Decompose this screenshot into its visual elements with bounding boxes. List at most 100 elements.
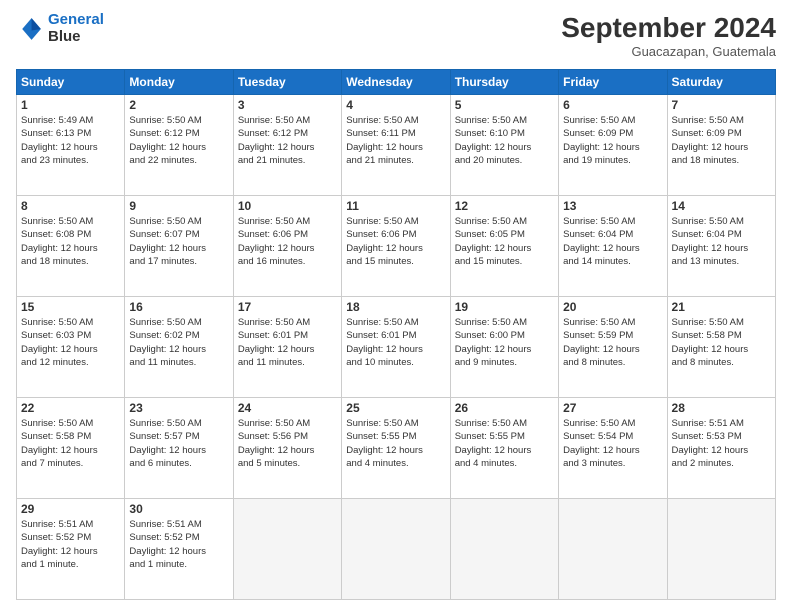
day-number: 18	[346, 300, 445, 314]
col-saturday: Saturday	[667, 70, 775, 95]
day-info: Sunrise: 5:50 AM Sunset: 5:56 PM Dayligh…	[238, 417, 337, 470]
day-number: 27	[563, 401, 662, 415]
day-info: Sunrise: 5:50 AM Sunset: 6:09 PM Dayligh…	[672, 114, 771, 167]
table-row: 4Sunrise: 5:50 AM Sunset: 6:11 PM Daylig…	[342, 95, 450, 196]
table-row: 12 Sunrise: 5:50 AM Sunset: 6:05 PM Dayli…	[450, 196, 558, 297]
day-number: 21	[672, 300, 771, 314]
day-number: 15	[21, 300, 120, 314]
table-row: 30 Sunrise: 5:51 AM Sunset: 5:52 PM Dayli…	[125, 499, 233, 600]
day-number: 5	[455, 98, 554, 112]
table-row: 21 Sunrise: 5:50 AM Sunset: 5:58 PM Dayli…	[667, 297, 775, 398]
day-info: Sunrise: 5:50 AM Sunset: 6:06 PM Dayligh…	[238, 215, 337, 268]
day-info: Sunrise: 5:50 AM Sunset: 6:12 PM Dayligh…	[238, 114, 337, 167]
page: General Blue September 2024 Guacazapan, …	[0, 0, 792, 612]
day-number: 11	[346, 199, 445, 213]
day-info: Sunrise: 5:50 AM Sunset: 5:57 PM Dayligh…	[129, 417, 228, 470]
location-subtitle: Guacazapan, Guatemala	[561, 44, 776, 59]
day-info: Sunrise: 5:51 AM Sunset: 5:52 PM Dayligh…	[21, 518, 120, 571]
table-row: 7Sunrise: 5:50 AM Sunset: 6:09 PM Daylig…	[667, 95, 775, 196]
table-row: 18 Sunrise: 5:50 AM Sunset: 6:01 PM Dayli…	[342, 297, 450, 398]
day-info: Sunrise: 5:50 AM Sunset: 6:04 PM Dayligh…	[672, 215, 771, 268]
table-row	[450, 499, 558, 600]
title-block: September 2024 Guacazapan, Guatemala	[561, 12, 776, 59]
day-info: Sunrise: 5:50 AM Sunset: 6:07 PM Dayligh…	[129, 215, 228, 268]
table-row: 20 Sunrise: 5:50 AM Sunset: 5:59 PM Dayli…	[559, 297, 667, 398]
calendar-week-row: 15 Sunrise: 5:50 AM Sunset: 6:03 PM Dayli…	[17, 297, 776, 398]
logo-text: General Blue	[48, 12, 104, 45]
day-info: Sunrise: 5:50 AM Sunset: 5:58 PM Dayligh…	[672, 316, 771, 369]
day-info: Sunrise: 5:50 AM Sunset: 6:10 PM Dayligh…	[455, 114, 554, 167]
day-number: 9	[129, 199, 228, 213]
day-info: Sunrise: 5:50 AM Sunset: 5:55 PM Dayligh…	[455, 417, 554, 470]
table-row: 28 Sunrise: 5:51 AM Sunset: 5:53 PM Dayli…	[667, 398, 775, 499]
day-info: Sunrise: 5:50 AM Sunset: 6:02 PM Dayligh…	[129, 316, 228, 369]
table-row: 9 Sunrise: 5:50 AM Sunset: 6:07 PM Daylig…	[125, 196, 233, 297]
day-number: 28	[672, 401, 771, 415]
day-number: 24	[238, 401, 337, 415]
day-number: 26	[455, 401, 554, 415]
day-info: Sunrise: 5:50 AM Sunset: 6:05 PM Dayligh…	[455, 215, 554, 268]
day-info: Sunrise: 5:50 AM Sunset: 5:59 PM Dayligh…	[563, 316, 662, 369]
table-row: 14 Sunrise: 5:50 AM Sunset: 6:04 PM Dayli…	[667, 196, 775, 297]
table-row: 10 Sunrise: 5:50 AM Sunset: 6:06 PM Dayli…	[233, 196, 341, 297]
table-row: 23 Sunrise: 5:50 AM Sunset: 5:57 PM Dayli…	[125, 398, 233, 499]
day-info: Sunrise: 5:50 AM Sunset: 6:01 PM Dayligh…	[238, 316, 337, 369]
day-number: 23	[129, 401, 228, 415]
calendar-week-row: 29 Sunrise: 5:51 AM Sunset: 5:52 PM Dayli…	[17, 499, 776, 600]
day-info: Sunrise: 5:50 AM Sunset: 5:55 PM Dayligh…	[346, 417, 445, 470]
day-info: Sunrise: 5:50 AM Sunset: 5:54 PM Dayligh…	[563, 417, 662, 470]
table-row: 11 Sunrise: 5:50 AM Sunset: 6:06 PM Dayli…	[342, 196, 450, 297]
day-info: Sunrise: 5:50 AM Sunset: 6:04 PM Dayligh…	[563, 215, 662, 268]
day-number: 4	[346, 98, 445, 112]
table-row	[233, 499, 341, 600]
day-number: 10	[238, 199, 337, 213]
col-tuesday: Tuesday	[233, 70, 341, 95]
header: General Blue September 2024 Guacazapan, …	[16, 12, 776, 59]
table-row: 6Sunrise: 5:50 AM Sunset: 6:09 PM Daylig…	[559, 95, 667, 196]
calendar-table: Sunday Monday Tuesday Wednesday Thursday…	[16, 69, 776, 600]
day-number: 29	[21, 502, 120, 516]
day-number: 6	[563, 98, 662, 112]
day-info: Sunrise: 5:50 AM Sunset: 6:03 PM Dayligh…	[21, 316, 120, 369]
day-number: 17	[238, 300, 337, 314]
table-row: 24 Sunrise: 5:50 AM Sunset: 5:56 PM Dayli…	[233, 398, 341, 499]
day-info: Sunrise: 5:50 AM Sunset: 6:00 PM Dayligh…	[455, 316, 554, 369]
calendar-week-row: 8Sunrise: 5:50 AM Sunset: 6:08 PM Daylig…	[17, 196, 776, 297]
calendar-header-row: Sunday Monday Tuesday Wednesday Thursday…	[17, 70, 776, 95]
table-row: 13Sunrise: 5:50 AM Sunset: 6:04 PM Dayli…	[559, 196, 667, 297]
col-sunday: Sunday	[17, 70, 125, 95]
table-row: 25Sunrise: 5:50 AM Sunset: 5:55 PM Dayli…	[342, 398, 450, 499]
table-row: 2Sunrise: 5:50 AM Sunset: 6:12 PM Daylig…	[125, 95, 233, 196]
calendar-week-row: 1Sunrise: 5:49 AM Sunset: 6:13 PM Daylig…	[17, 95, 776, 196]
day-number: 22	[21, 401, 120, 415]
day-number: 19	[455, 300, 554, 314]
table-row: 8Sunrise: 5:50 AM Sunset: 6:08 PM Daylig…	[17, 196, 125, 297]
day-number: 16	[129, 300, 228, 314]
day-info: Sunrise: 5:49 AM Sunset: 6:13 PM Dayligh…	[21, 114, 120, 167]
day-number: 20	[563, 300, 662, 314]
table-row: 1Sunrise: 5:49 AM Sunset: 6:13 PM Daylig…	[17, 95, 125, 196]
day-info: Sunrise: 5:51 AM Sunset: 5:53 PM Dayligh…	[672, 417, 771, 470]
col-friday: Friday	[559, 70, 667, 95]
day-info: Sunrise: 5:51 AM Sunset: 5:52 PM Dayligh…	[129, 518, 228, 571]
table-row: 3 Sunrise: 5:50 AM Sunset: 6:12 PM Daylig…	[233, 95, 341, 196]
day-info: Sunrise: 5:50 AM Sunset: 6:08 PM Dayligh…	[21, 215, 120, 268]
table-row: 5 Sunrise: 5:50 AM Sunset: 6:10 PM Daylig…	[450, 95, 558, 196]
day-info: Sunrise: 5:50 AM Sunset: 6:12 PM Dayligh…	[129, 114, 228, 167]
day-number: 30	[129, 502, 228, 516]
col-thursday: Thursday	[450, 70, 558, 95]
table-row: 29 Sunrise: 5:51 AM Sunset: 5:52 PM Dayli…	[17, 499, 125, 600]
day-number: 14	[672, 199, 771, 213]
logo-icon	[16, 15, 44, 43]
day-info: Sunrise: 5:50 AM Sunset: 6:06 PM Dayligh…	[346, 215, 445, 268]
col-wednesday: Wednesday	[342, 70, 450, 95]
day-info: Sunrise: 5:50 AM Sunset: 6:01 PM Dayligh…	[346, 316, 445, 369]
table-row: 27 Sunrise: 5:50 AM Sunset: 5:54 PM Dayli…	[559, 398, 667, 499]
table-row	[559, 499, 667, 600]
day-number: 12	[455, 199, 554, 213]
month-title: September 2024	[561, 12, 776, 44]
table-row: 15 Sunrise: 5:50 AM Sunset: 6:03 PM Dayli…	[17, 297, 125, 398]
day-number: 3	[238, 98, 337, 112]
day-info: Sunrise: 5:50 AM Sunset: 5:58 PM Dayligh…	[21, 417, 120, 470]
table-row	[667, 499, 775, 600]
